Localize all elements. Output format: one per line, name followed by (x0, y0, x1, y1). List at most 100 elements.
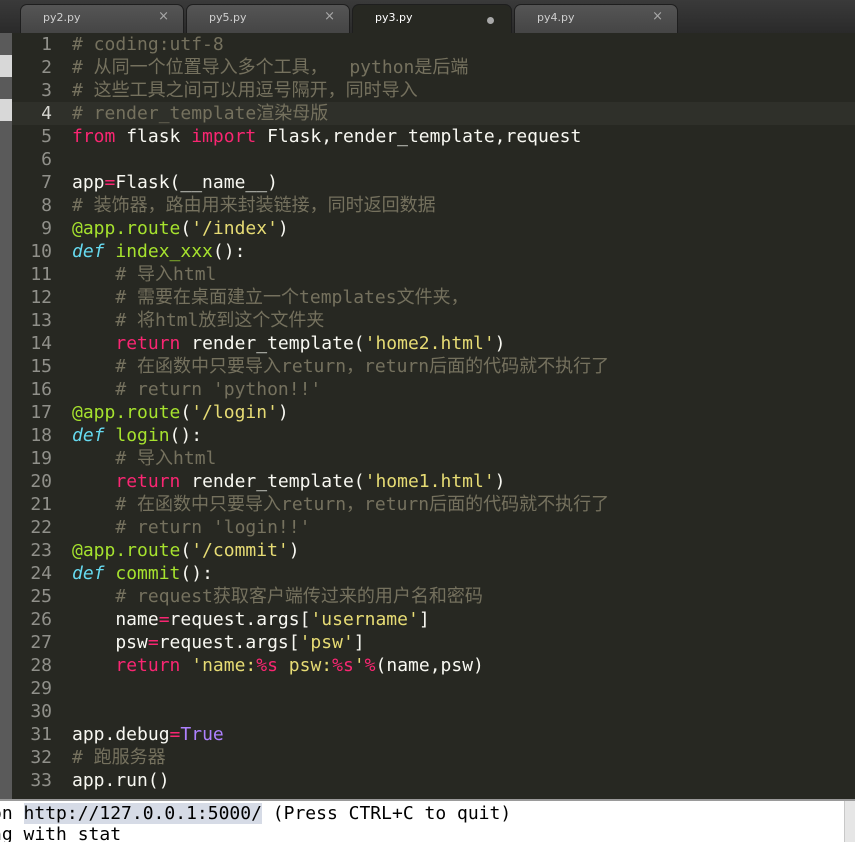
code-line[interactable]: 8 # 装饰器，路由用来封装链接，同时返回数据 (12, 194, 855, 217)
code-line[interactable]: 4 # render_template渲染母版 (12, 102, 855, 125)
keyword-token: return (115, 333, 181, 354)
code-text[interactable]: # 从同一个位置导入多个工具， python是后端 (72, 56, 468, 79)
code-line[interactable]: 11 # 导入html (12, 263, 855, 286)
code-line[interactable]: 17 @app.route('/login') (12, 401, 855, 424)
code-line[interactable]: 18 def login(): (12, 424, 855, 447)
code-line[interactable]: 30 (12, 700, 855, 723)
code-text[interactable]: # 导入html (72, 263, 216, 286)
code-text[interactable]: # 装饰器，路由用来封装链接，同时返回数据 (72, 194, 436, 217)
code-text[interactable]: def login(): (72, 424, 202, 447)
code-text[interactable]: def index_xxx(): (72, 240, 245, 263)
unsaved-dot-icon[interactable] (487, 17, 494, 24)
operator-token: %s (256, 655, 278, 676)
code-text[interactable]: # 在函数中只要导入return，return后面的代码就不执行了 (72, 355, 609, 378)
code-line[interactable]: 14 return render_template('home2.html') (12, 332, 855, 355)
code-text[interactable]: # coding:utf-8 (72, 33, 224, 56)
line-number: 15 (30, 356, 52, 377)
code-line[interactable]: 6 (12, 148, 855, 171)
tab-py4[interactable]: py4.py × (514, 4, 678, 33)
code-text[interactable]: name=request.args['username'] (72, 608, 429, 631)
terminal-scrollbar[interactable] (844, 801, 855, 842)
function-name-token: login (115, 425, 170, 446)
code-line[interactable]: 24 def commit(): (12, 562, 855, 585)
code-editor[interactable]: 1 # coding:utf-8 2 # 从同一个位置导入多个工具， python是后… (12, 33, 855, 799)
line-number: 26 (30, 609, 52, 630)
code-text[interactable]: # return 'python!!' (72, 378, 321, 401)
code-line[interactable]: 10 def index_xxx(): (12, 240, 855, 263)
line-number: 4 (41, 103, 52, 124)
code-line[interactable]: 27 psw=request.args['psw'] (12, 631, 855, 654)
tab-py5[interactable]: py5.py × (186, 4, 350, 33)
code-text[interactable]: psw=request.args['psw'] (72, 631, 365, 654)
code-line[interactable]: 29 (12, 677, 855, 700)
string-token: 'home1.html' (364, 471, 495, 492)
code-line[interactable]: 13 # 将html放到这个文件夹 (12, 309, 855, 332)
code-token: ( (180, 402, 192, 423)
code-text[interactable]: # render_template渲染母版 (72, 102, 328, 125)
code-line[interactable]: 16 # return 'python!!' (12, 378, 855, 401)
code-text[interactable]: @app.route('/login') (72, 401, 289, 424)
close-icon[interactable]: × (652, 9, 663, 24)
code-text[interactable]: return render_template('home2.html') (72, 332, 505, 355)
tab-label: py3.py (375, 11, 413, 24)
code-line[interactable]: 26 name=request.args['username'] (12, 608, 855, 631)
code-text[interactable]: from flask import Flask,render_template,… (72, 125, 581, 148)
code-line[interactable]: 3 # 这些工具之间可以用逗号隔开，同时导入 (12, 79, 855, 102)
line-number: 5 (41, 126, 52, 147)
code-line[interactable]: 31 app.debug=True (12, 723, 855, 746)
terminal-suffix: (Press CTRL+C to quit) (261, 803, 512, 824)
code-line[interactable]: 21 # 在函数中只要导入return，return后面的代码就不执行了 (12, 493, 855, 516)
code-line[interactable]: 2 # 从同一个位置导入多个工具， python是后端 (12, 56, 855, 79)
code-line[interactable]: 28 return 'name:%s psw:%s'%(name,psw) (12, 654, 855, 677)
code-text[interactable]: app.run() (72, 769, 170, 792)
code-text[interactable]: # request获取客户端传过来的用户名和密码 (72, 585, 483, 608)
code-text[interactable]: @app.route('/commit') (72, 539, 300, 562)
code-line[interactable]: 7 app=Flask(__name__) (12, 171, 855, 194)
code-line[interactable]: 12 # 需要在桌面建立一个templates文件夹， (12, 286, 855, 309)
code-line[interactable]: 9 @app.route('/index') (12, 217, 855, 240)
code-line[interactable]: 23 @app.route('/commit') (12, 539, 855, 562)
code-line[interactable]: 5 from flask import Flask,render_template… (12, 125, 855, 148)
code-line[interactable]: 15 # 在函数中只要导入return，return后面的代码就不执行了 (12, 355, 855, 378)
tab-py3[interactable]: py3.py (352, 4, 512, 33)
code-text[interactable]: # 将html放到这个文件夹 (72, 309, 324, 332)
line-number: 11 (30, 264, 52, 285)
comment-token: # 导入html (115, 448, 217, 469)
code-text[interactable]: @app.route('/index') (72, 217, 289, 240)
code-line[interactable]: 32 # 跑服务器 (12, 746, 855, 769)
code-text[interactable]: app.debug=True (72, 723, 224, 746)
code-line[interactable]: 25 # request获取客户端传过来的用户名和密码 (12, 585, 855, 608)
code-text[interactable]: # 跑服务器 (72, 746, 166, 769)
sidebar-edge-marker (0, 55, 12, 77)
terminal-line: on http://127.0.0.1:5000/ (Press CTRL+C … (0, 803, 511, 824)
terminal-output: on http://127.0.0.1:5000/ (Press CTRL+C … (0, 799, 855, 842)
code-text[interactable]: app=Flask(__name__) (72, 171, 278, 194)
def-keyword-token: def (72, 241, 105, 262)
code-line[interactable]: 1 # coding:utf-8 (12, 33, 855, 56)
code-text[interactable]: # 需要在桌面建立一个templates文件夹， (72, 286, 468, 309)
code-token: render_template( (180, 333, 365, 354)
code-line[interactable]: 33 app.run() (12, 769, 855, 792)
code-text[interactable]: # 这些工具之间可以用逗号隔开，同时导入 (72, 79, 418, 102)
code-text[interactable]: return render_template('home1.html') (72, 470, 505, 493)
code-text[interactable]: # 导入html (72, 447, 216, 470)
close-icon[interactable]: × (324, 9, 335, 24)
string-token: ' (353, 655, 365, 676)
line-number: 21 (30, 494, 52, 515)
server-url-link[interactable]: http://127.0.0.1:5000/ (23, 803, 262, 824)
code-text[interactable]: return 'name:%s psw:%s'%(name,psw) (72, 654, 484, 677)
code-token: name (72, 609, 159, 630)
code-text[interactable]: def commit(): (72, 562, 213, 585)
terminal-line: ng with stat (0, 824, 122, 842)
code-line[interactable]: 20 return render_template('home1.html') (12, 470, 855, 493)
tab-py2[interactable]: py2.py × (20, 4, 184, 33)
code-text[interactable]: # return 'login!!' (72, 516, 310, 539)
close-icon[interactable]: × (158, 9, 169, 24)
tab-label: py5.py (209, 11, 247, 24)
code-line[interactable]: 22 # return 'login!!' (12, 516, 855, 539)
code-line[interactable]: 19 # 导入html (12, 447, 855, 470)
code-text[interactable]: # 在函数中只要导入return，return后面的代码就不执行了 (72, 493, 609, 516)
code-token: ] (353, 632, 365, 653)
